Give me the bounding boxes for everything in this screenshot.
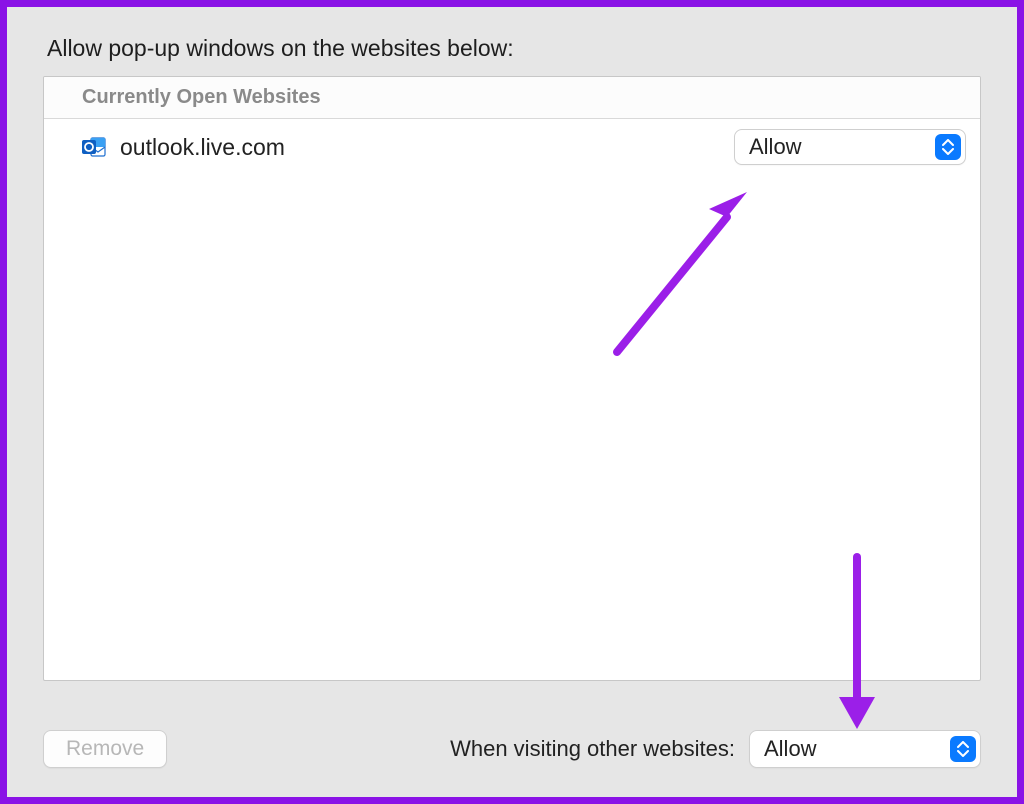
site-permission-select[interactable]: Allow: [734, 129, 966, 165]
chevrons-up-down-icon: [935, 134, 961, 160]
panel-footer: Remove When visiting other websites: All…: [43, 729, 981, 769]
websites-list[interactable]: Currently Open Websites outlook.live.com…: [43, 76, 981, 681]
table-row[interactable]: outlook.live.com Allow: [44, 119, 980, 175]
other-websites-label: When visiting other websites:: [450, 736, 735, 762]
other-websites-select[interactable]: Allow: [749, 730, 981, 768]
list-section-header: Currently Open Websites: [44, 77, 980, 119]
other-websites-value: Allow: [764, 736, 950, 762]
panel-heading: Allow pop-up windows on the websites bel…: [47, 35, 981, 62]
remove-button-label: Remove: [66, 737, 144, 761]
site-permission-value: Allow: [749, 134, 935, 160]
remove-button[interactable]: Remove: [43, 730, 167, 768]
preferences-panel: Allow pop-up windows on the websites bel…: [0, 0, 1024, 804]
chevrons-up-down-icon: [950, 736, 976, 762]
site-domain: outlook.live.com: [120, 134, 734, 161]
outlook-icon: [82, 136, 106, 158]
